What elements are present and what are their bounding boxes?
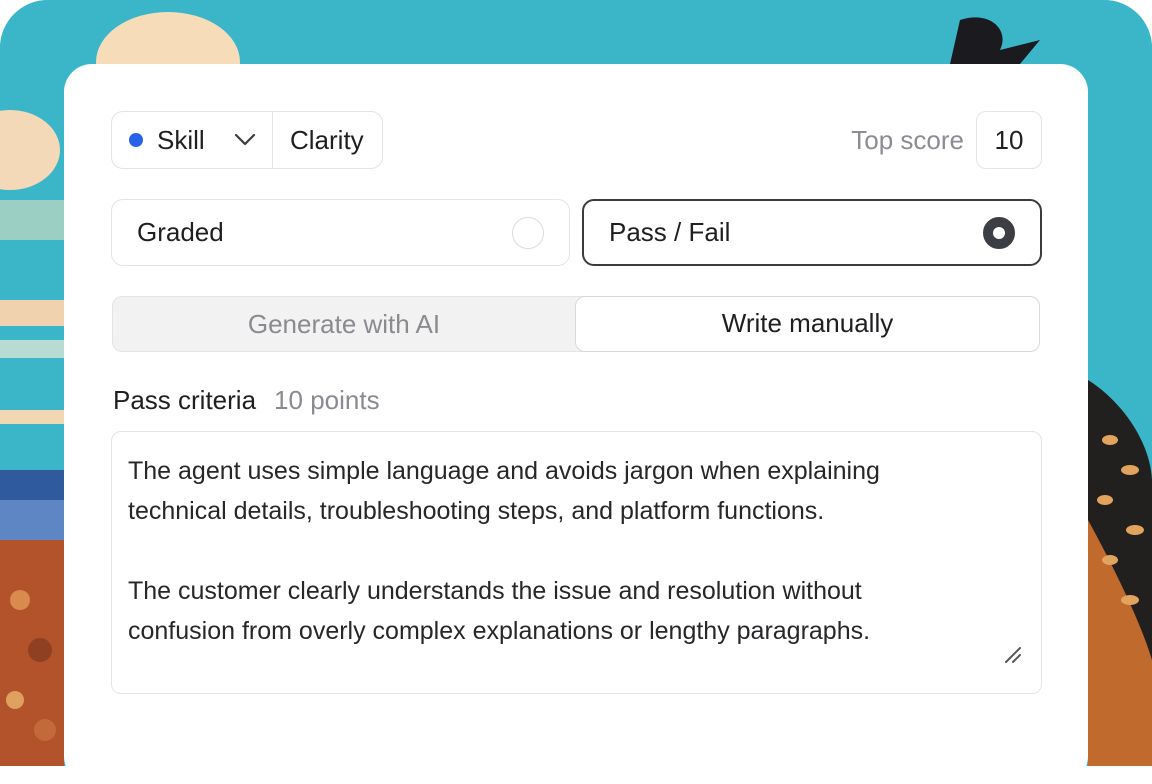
criteria-source-tabs: Generate with AI Write manually — [112, 295, 1040, 352]
criteria-line: The customer clearly understands the iss… — [128, 577, 862, 605]
resize-handle-icon[interactable] — [1003, 637, 1023, 677]
tab-generate-with-ai[interactable]: Generate with AI — [113, 297, 575, 351]
criteria-points: 10 points — [274, 385, 380, 415]
criteria-line: The agent uses simple language and avoid… — [128, 457, 880, 485]
top-score-input[interactable]: 10 — [976, 111, 1042, 169]
skill-dropdown-label: Skill — [157, 124, 205, 155]
chevron-down-icon — [234, 133, 256, 147]
skill-selector: Skill Clarity — [111, 111, 383, 169]
pass-fail-option[interactable]: Pass / Fail — [582, 199, 1042, 266]
criteria-label: Pass criteria — [113, 385, 257, 415]
skill-value[interactable]: Clarity — [273, 112, 382, 168]
criteria-header: Pass criteria 10 points — [113, 385, 380, 416]
graded-option[interactable]: Graded — [111, 199, 570, 266]
graded-radio[interactable] — [512, 216, 544, 249]
tab-write-manually[interactable]: Write manually — [575, 295, 1040, 352]
criteria-editor-card: Skill Clarity Top score 10 Graded Pass /… — [64, 64, 1088, 784]
skill-dropdown[interactable]: Skill — [112, 112, 273, 168]
criteria-textarea[interactable]: The agent uses simple language and avoid… — [111, 431, 1042, 694]
criteria-line: technical details, troubleshooting steps… — [128, 497, 825, 525]
top-score: Top score 10 — [851, 111, 1042, 169]
skill-color-dot — [129, 133, 143, 147]
top-score-label: Top score — [851, 124, 964, 155]
graded-option-label: Graded — [137, 217, 224, 247]
pass-fail-radio[interactable] — [983, 216, 1015, 249]
pass-fail-option-label: Pass / Fail — [609, 217, 731, 247]
criteria-line: confusion from overly complex explanatio… — [128, 617, 871, 645]
